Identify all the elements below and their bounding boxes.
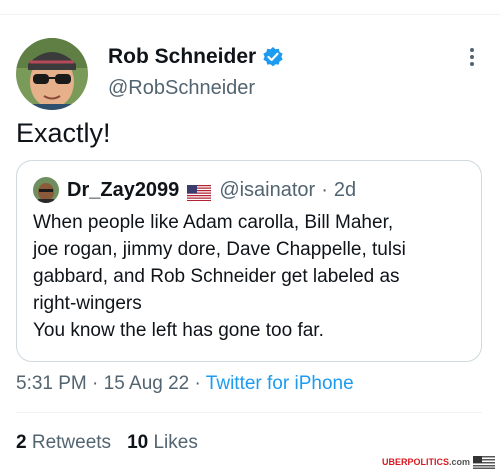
watermark-flag-icon [473,456,495,469]
quoted-line: right-wingers [33,293,142,314]
author-name[interactable]: Rob Schneider [108,44,284,70]
top-border [0,14,500,15]
likes-count: 10 [127,432,149,453]
author-avatar[interactable] [16,38,88,110]
more-dots-icon[interactable] [462,46,482,68]
tweet-text: Exactly! [16,118,111,148]
tweet-stats: 2 Retweets 10 Likes [16,431,198,455]
quoted-handle[interactable]: @isainator [219,177,315,203]
tweet-source-link[interactable]: Twitter for iPhone [206,373,354,394]
quoted-name[interactable]: Dr_Zay2099 [67,177,179,203]
quoted-line: When people like Adam carolla, Bill Mahe… [33,212,394,233]
watermark-name: UBERPOLITICS [381,457,449,467]
retweets-stat[interactable]: 2 Retweets [16,432,111,453]
likes-label: Likes [153,432,198,453]
tweet-date[interactable]: 15 Aug 22 [104,373,190,394]
tweet-time[interactable]: 5:31 PM [16,373,87,394]
quoted-avatar[interactable] [33,177,59,203]
source-separator: · [194,373,201,394]
divider [16,412,482,413]
us-flag-icon [187,182,212,202]
likes-stat[interactable]: 10 Likes [127,432,198,453]
verified-badge-icon [262,46,284,68]
quoted-separator: · [321,179,328,201]
quoted-tweet[interactable]: Dr_Zay2099 @isainator · 2d When people l… [16,160,482,362]
quoted-header: Dr_Zay2099 @isainator · 2d [67,177,356,203]
tweet-timestamp: 5:31 PM · 15 Aug 22 · Twitter for iPhone [16,372,354,396]
author-name-text[interactable]: Rob Schneider [108,44,256,70]
quoted-line: joe rogan, jimmy dore, Dave Chappelle, t… [33,239,406,260]
author-handle[interactable]: @RobSchneider [108,76,255,100]
quoted-line: You know the left has gone too far. [33,320,324,341]
quoted-time[interactable]: 2d [334,177,356,203]
watermark: UBERPOLITICS.com [382,457,470,468]
retweets-count: 2 [16,432,27,453]
retweets-label: Retweets [31,432,112,453]
quoted-line: gabbard, and Rob Schneider get labeled a… [33,266,400,287]
watermark-domain: .com [448,457,470,467]
quoted-text: When people like Adam carolla, Bill Mahe… [33,209,473,344]
timestamp-separator: · [92,373,99,394]
